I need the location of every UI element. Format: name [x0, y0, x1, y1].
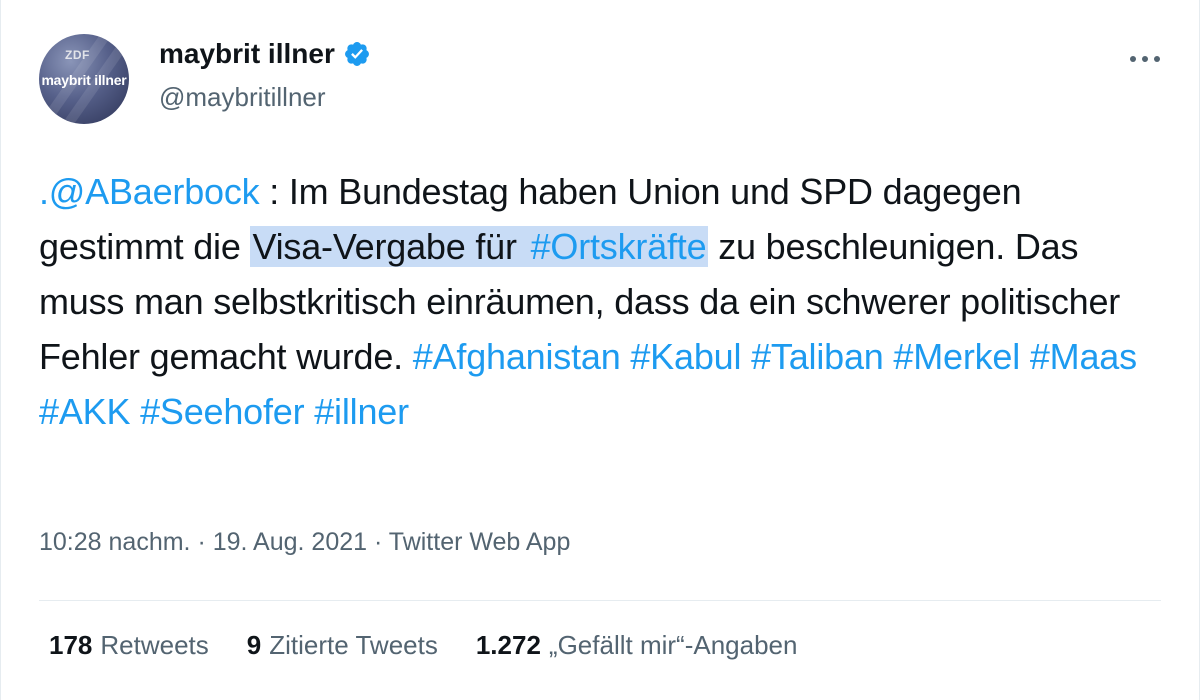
meta-separator: · — [190, 528, 213, 556]
retweets-stat[interactable]: 178 Retweets — [49, 630, 209, 661]
likes-stat[interactable]: 1.272 „Gefällt mir“-Angaben — [476, 630, 798, 661]
avatar-brand-logo: ZDF — [65, 48, 90, 62]
hashtag-link[interactable]: #Merkel — [893, 336, 1020, 377]
retweets-label: Retweets — [100, 630, 209, 660]
tweet-card: ZDF maybrit illner maybrit illner @maybr… — [0, 0, 1200, 700]
more-button[interactable] — [1125, 44, 1165, 74]
hashtag-link[interactable]: #Seehofer — [140, 391, 305, 432]
hashtag-link[interactable]: #AKK — [39, 391, 130, 432]
tweet-stats: 178 Retweets 9 Zitierte Tweets 1.272 „Ge… — [49, 630, 835, 661]
hashtag-link[interactable]: #Taliban — [751, 336, 884, 377]
hashtag-link[interactable]: #Kabul — [630, 336, 741, 377]
quote-tweets-stat[interactable]: 9 Zitierte Tweets — [247, 630, 438, 661]
tweet-date[interactable]: 19. Aug. 2021 — [213, 528, 367, 556]
retweets-count: 178 — [49, 630, 93, 660]
tweet-text: .@ABaerbock : Im Bundestag haben Union u… — [39, 164, 1159, 439]
tweet-source[interactable]: Twitter Web App — [389, 528, 571, 556]
hashtag-link[interactable]: #Maas — [1030, 336, 1137, 377]
selected-text: Visa-Vergabe für — [250, 226, 529, 267]
avatar[interactable]: ZDF maybrit illner — [39, 34, 129, 124]
divider — [39, 600, 1161, 601]
mention-link[interactable]: .@ABaerbock — [39, 171, 260, 212]
hashtag-link[interactable]: #Ortskräfte — [528, 226, 709, 267]
author-handle[interactable]: @maybritillner — [159, 82, 326, 113]
quote-tweets-count: 9 — [246, 630, 262, 660]
tweet-meta: 10:28 nachm. · 19. Aug. 2021 · Twitter W… — [39, 528, 570, 557]
quote-tweets-label: Zitierte Tweets — [269, 630, 438, 660]
display-name[interactable]: maybrit illner — [159, 38, 335, 70]
likes-count: 1.272 — [475, 630, 541, 660]
verified-badge-icon — [343, 40, 371, 68]
likes-label: „Gefällt mir“-Angaben — [548, 630, 798, 660]
hashtag-link[interactable]: #illner — [314, 391, 409, 432]
avatar-label: maybrit illner — [41, 72, 127, 88]
more-dots-icon — [1130, 56, 1160, 62]
author-name-row: maybrit illner — [159, 38, 371, 70]
meta-separator: · — [367, 528, 389, 556]
tweet-time[interactable]: 10:28 nachm. — [39, 528, 191, 556]
hashtag-link[interactable]: #Afghanistan — [413, 336, 621, 377]
